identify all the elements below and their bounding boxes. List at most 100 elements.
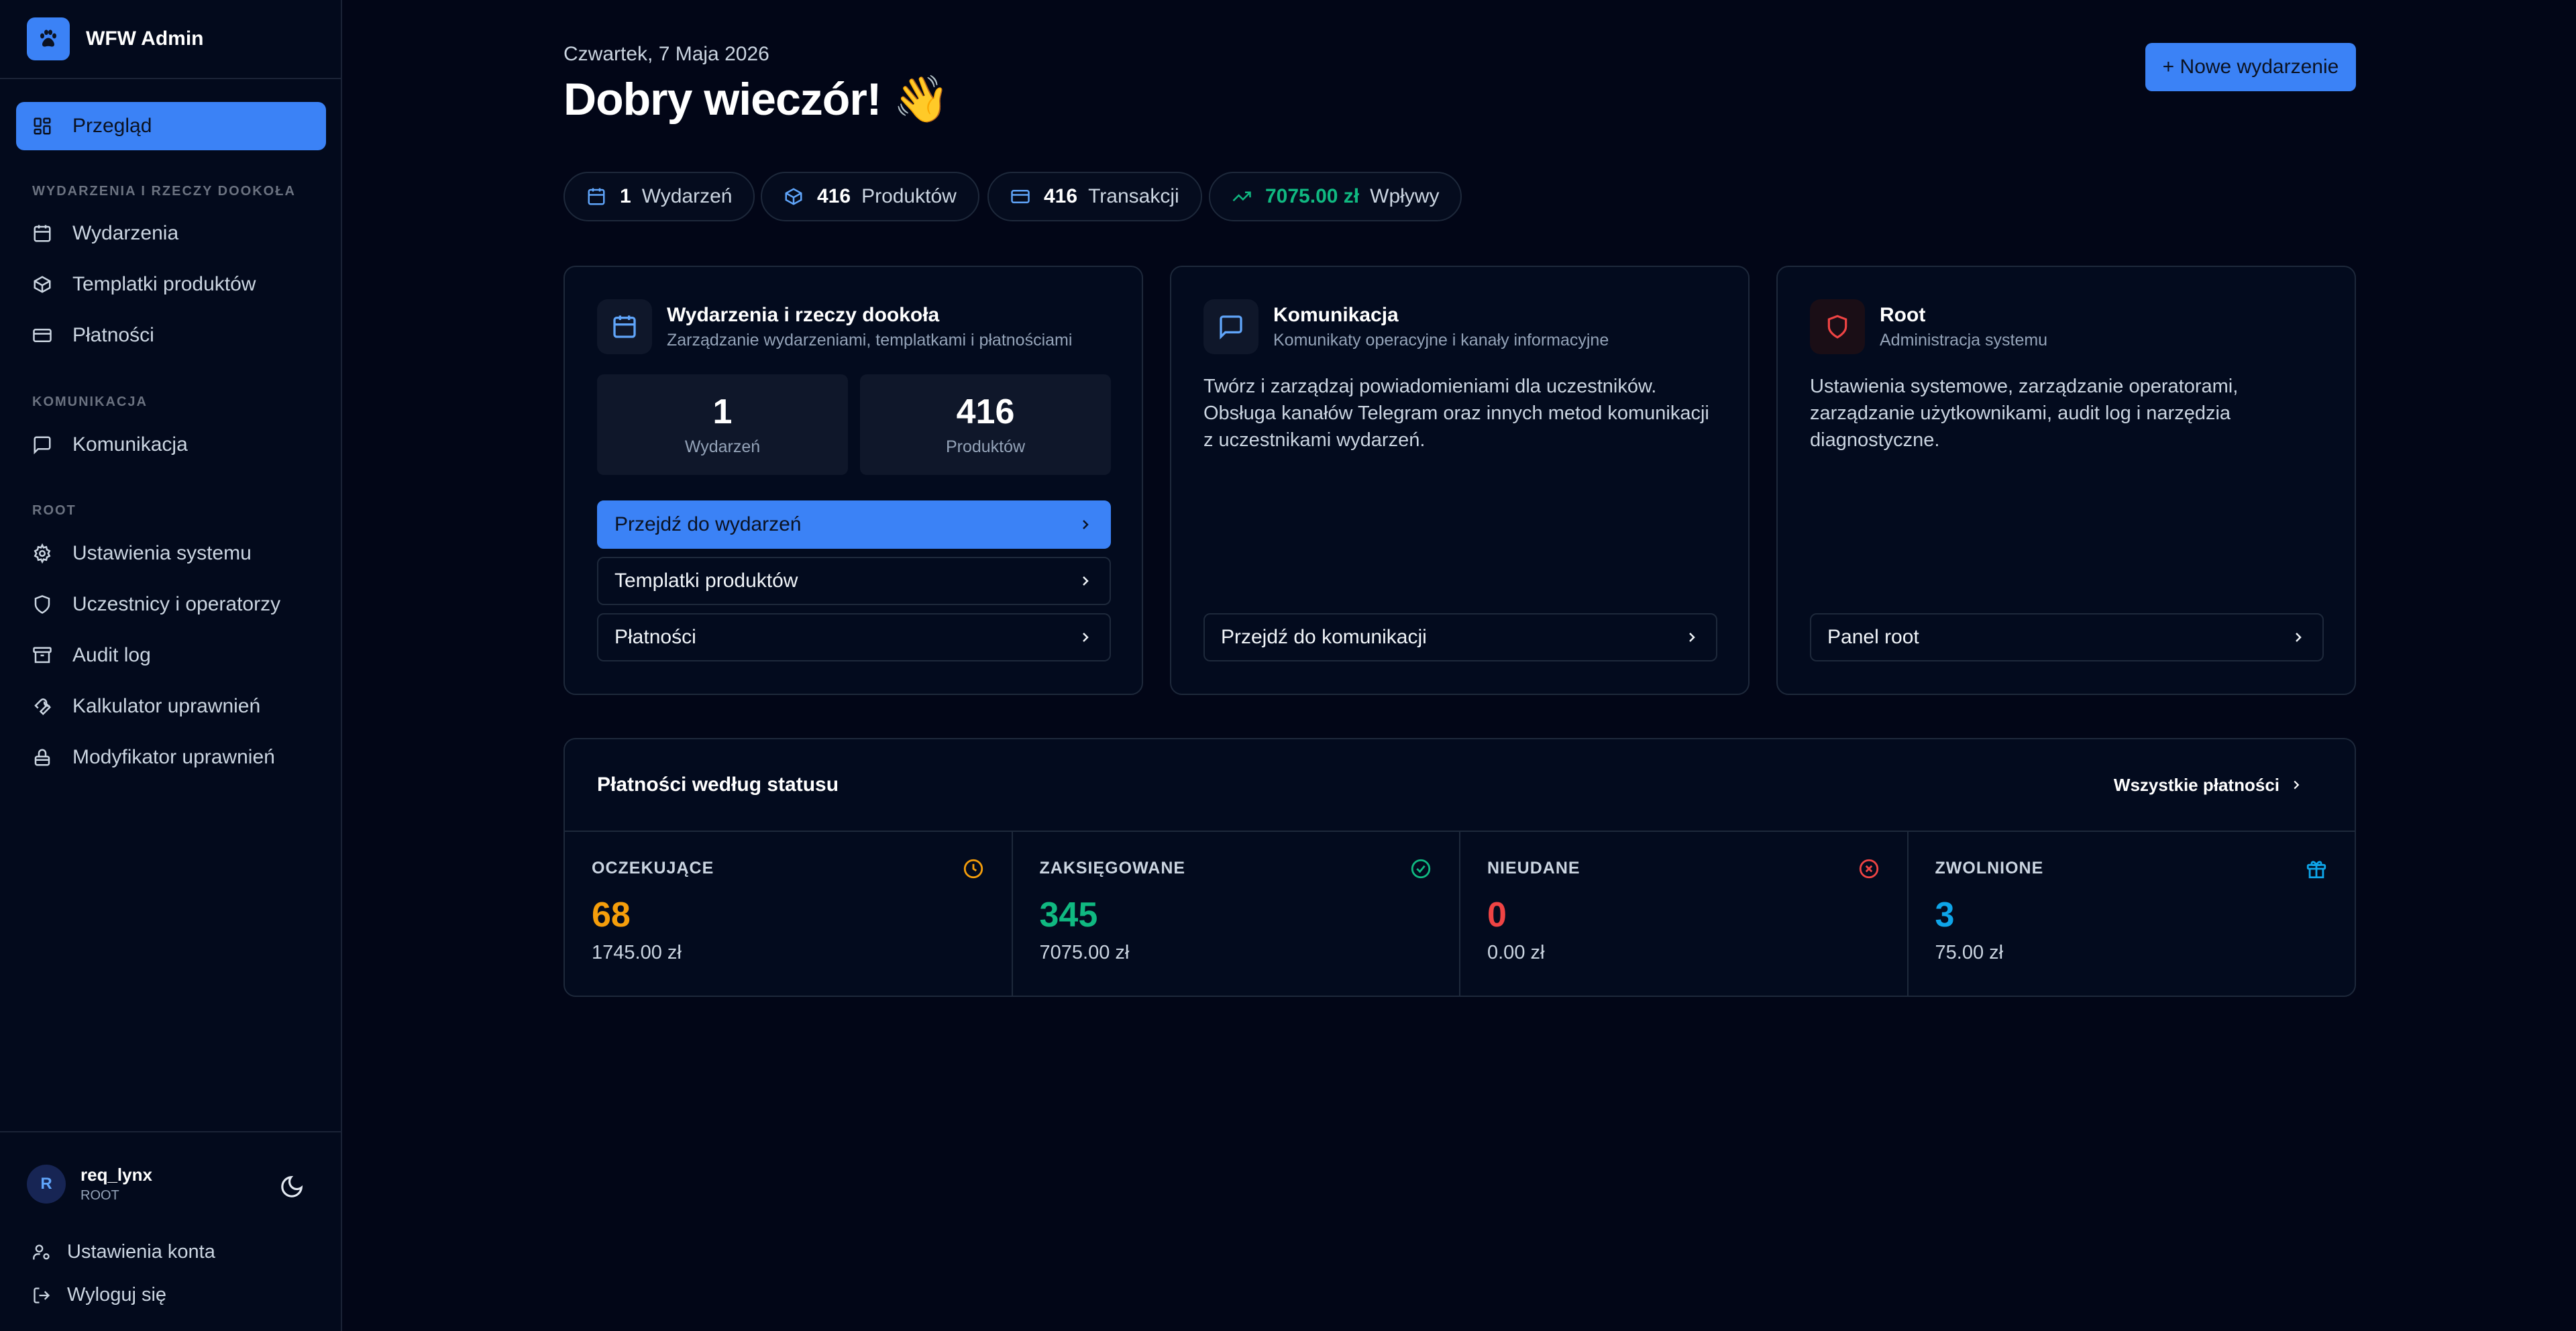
avatar: R bbox=[27, 1165, 66, 1204]
link-label: Wszystkie płatności bbox=[2113, 774, 2279, 795]
sidebar: WFW Admin Przegląd WYDARZENIA I RZECZY D… bbox=[0, 0, 342, 1331]
chevron-right-icon bbox=[1083, 520, 1089, 529]
clock-icon bbox=[963, 859, 983, 879]
user-cog-icon bbox=[33, 1244, 50, 1259]
stat-label: Wydarzeń bbox=[641, 185, 733, 207]
sidebar-item-label: Kalkulator uprawnień bbox=[72, 695, 261, 717]
button-label: Templatki produktów bbox=[614, 570, 798, 592]
package-icon bbox=[785, 188, 802, 205]
check-circle-icon bbox=[1411, 859, 1431, 879]
credit-card-icon bbox=[1011, 190, 1030, 203]
user-role: ROOT bbox=[80, 1188, 119, 1203]
account-settings-link[interactable]: Ustawienia konta bbox=[32, 1241, 215, 1263]
sidebar-item-payments[interactable]: Płatności bbox=[16, 311, 326, 360]
chevron-right-icon bbox=[2296, 633, 2302, 642]
sidebar-item-communication[interactable]: Komunikacja bbox=[16, 421, 326, 469]
status-booked[interactable]: ZAKSIĘGOWANE 345 7075.00 zł bbox=[1013, 832, 1460, 996]
app-name: WFW Admin bbox=[86, 28, 204, 50]
archive-icon bbox=[33, 647, 52, 663]
log-out-icon bbox=[34, 1287, 50, 1303]
button-label: Przejdź do wydarzeń bbox=[614, 513, 802, 535]
settings-gear-icon bbox=[34, 543, 51, 564]
payments-button[interactable]: Płatności bbox=[597, 613, 1111, 661]
sidebar-item-events[interactable]: Wydarzenia bbox=[16, 209, 326, 258]
status-count: 68 bbox=[592, 896, 631, 935]
new-event-button[interactable]: + Nowe wydarzenie bbox=[2145, 43, 2356, 91]
sidebar-item-product-templates[interactable]: Templatki produktów bbox=[16, 260, 326, 309]
root-panel-button[interactable]: Panel root bbox=[1810, 613, 2324, 661]
lock-icon bbox=[34, 749, 50, 766]
status-exempted[interactable]: ZWOLNIONE 3 75.00 zł bbox=[1909, 832, 2355, 996]
package-icon bbox=[34, 276, 51, 293]
go-to-events-button[interactable]: Przejdź do wydarzeń bbox=[597, 500, 1111, 549]
user-name: req_lynx bbox=[80, 1165, 152, 1185]
status-pending[interactable]: OCZEKUJĄCE 68 1745.00 zł bbox=[565, 832, 1013, 996]
brand[interactable]: WFW Admin bbox=[0, 0, 341, 79]
stat-pill-products: 416 Produktów bbox=[761, 172, 979, 221]
status-amount: 0.00 zł bbox=[1487, 942, 1545, 963]
card-title: Komunikacja bbox=[1273, 303, 1399, 326]
sidebar-item-label: Przegląd bbox=[72, 115, 152, 137]
communication-card: Komunikacja Komunikaty operacyjne i kana… bbox=[1170, 266, 1750, 695]
sidebar-item-participants-operators[interactable]: Uczestnicy i operatorzy bbox=[16, 580, 326, 629]
sidebar-footer: R req_lynx ROOT Ustawienia konta Wyloguj… bbox=[0, 1131, 342, 1331]
stat-pill-income: 7075.00 zł Wpływy bbox=[1209, 172, 1462, 221]
button-label: Panel root bbox=[1827, 626, 1919, 648]
user-profile[interactable]: R req_lynx ROOT bbox=[27, 1165, 152, 1204]
card-subtitle: Komunikaty operacyjne i kanały informacy… bbox=[1273, 330, 1609, 350]
wrench-icon bbox=[34, 698, 51, 716]
status-failed[interactable]: NIEUDANE 0 0.00 zł bbox=[1460, 832, 1909, 996]
calendar-icon bbox=[588, 188, 605, 205]
go-to-communication-button[interactable]: Przejdź do komunikacji bbox=[1203, 613, 1717, 661]
trending-up-icon bbox=[1232, 191, 1251, 202]
events-card: Wydarzenia i rzeczy dookoła Zarządzanie … bbox=[564, 266, 1143, 695]
shield-icon bbox=[1810, 299, 1865, 354]
root-card: Root Administracja systemu Ustawienia sy… bbox=[1776, 266, 2356, 695]
calendar-icon bbox=[34, 225, 51, 242]
moon-icon[interactable] bbox=[279, 1174, 305, 1200]
logout-link[interactable]: Wyloguj się bbox=[32, 1284, 166, 1306]
page-title: Dobry wieczór! 👋 bbox=[564, 74, 950, 125]
status-label: NIEUDANE bbox=[1487, 859, 1580, 877]
status-label: ZWOLNIONE bbox=[1935, 859, 2044, 877]
sidebar-item-label: Komunikacja bbox=[72, 433, 188, 456]
card-title: Wydarzenia i rzeczy dookoła bbox=[667, 303, 940, 326]
events-count-tile: 1 Wydarzeń bbox=[597, 374, 848, 475]
x-circle-icon bbox=[1859, 859, 1878, 879]
sidebar-item-audit-log[interactable]: Audit log bbox=[16, 631, 326, 680]
sidebar-item-label: Płatności bbox=[72, 324, 154, 346]
product-templates-button[interactable]: Templatki produktów bbox=[597, 557, 1111, 605]
chevron-right-icon bbox=[1083, 633, 1089, 642]
layout-grid-icon bbox=[34, 117, 51, 135]
card-description: Ustawienia systemowe, zarządzanie operat… bbox=[1810, 376, 2239, 451]
stat-value: 416 bbox=[1044, 185, 1078, 207]
card-title: Root bbox=[1880, 303, 1926, 326]
sidebar-section-root: ROOT bbox=[32, 503, 76, 518]
sidebar-item-system-settings[interactable]: Ustawienia systemu bbox=[16, 529, 326, 578]
panel-title: Płatności według statusu bbox=[597, 774, 839, 796]
sidebar-item-label: Modyfikator uprawnień bbox=[72, 746, 275, 768]
button-label: Przejdź do komunikacji bbox=[1221, 626, 1427, 648]
sidebar-item-permissions-calculator[interactable]: Kalkulator uprawnień bbox=[16, 682, 326, 731]
status-label: ZAKSIĘGOWANE bbox=[1039, 859, 1186, 877]
stat-value: 1 bbox=[620, 185, 631, 207]
sidebar-item-permissions-modifier[interactable]: Modyfikator uprawnień bbox=[16, 733, 326, 782]
sidebar-item-overview[interactable]: Przegląd bbox=[16, 102, 326, 150]
calendar-icon bbox=[597, 299, 652, 354]
status-amount: 7075.00 zł bbox=[1039, 942, 1130, 963]
button-label: Płatności bbox=[614, 626, 696, 648]
stat-label: Transakcji bbox=[1088, 185, 1179, 207]
card-description: Twórz i zarządzaj powiadomieniami dla uc… bbox=[1203, 376, 1709, 451]
shield-icon bbox=[34, 595, 50, 614]
all-payments-link[interactable]: Wszystkie płatności bbox=[2114, 775, 2304, 796]
tile-label: Produktów bbox=[945, 437, 1026, 456]
message-square-icon bbox=[1203, 299, 1258, 354]
sidebar-section-events: WYDARZENIA I RZECZY DOOKOŁA bbox=[32, 184, 296, 199]
sidebar-item-label: Ustawienia systemu bbox=[72, 542, 252, 564]
status-amount: 1745.00 zł bbox=[592, 942, 682, 963]
sidebar-section-communication: KOMUNIKACJA bbox=[32, 394, 148, 409]
payments-by-status-panel: Płatności według statusu Wszystkie płatn… bbox=[564, 738, 2356, 997]
stat-label: Wpływy bbox=[1370, 185, 1440, 207]
credit-card-icon bbox=[33, 329, 52, 342]
tile-value: 416 bbox=[956, 392, 1015, 431]
